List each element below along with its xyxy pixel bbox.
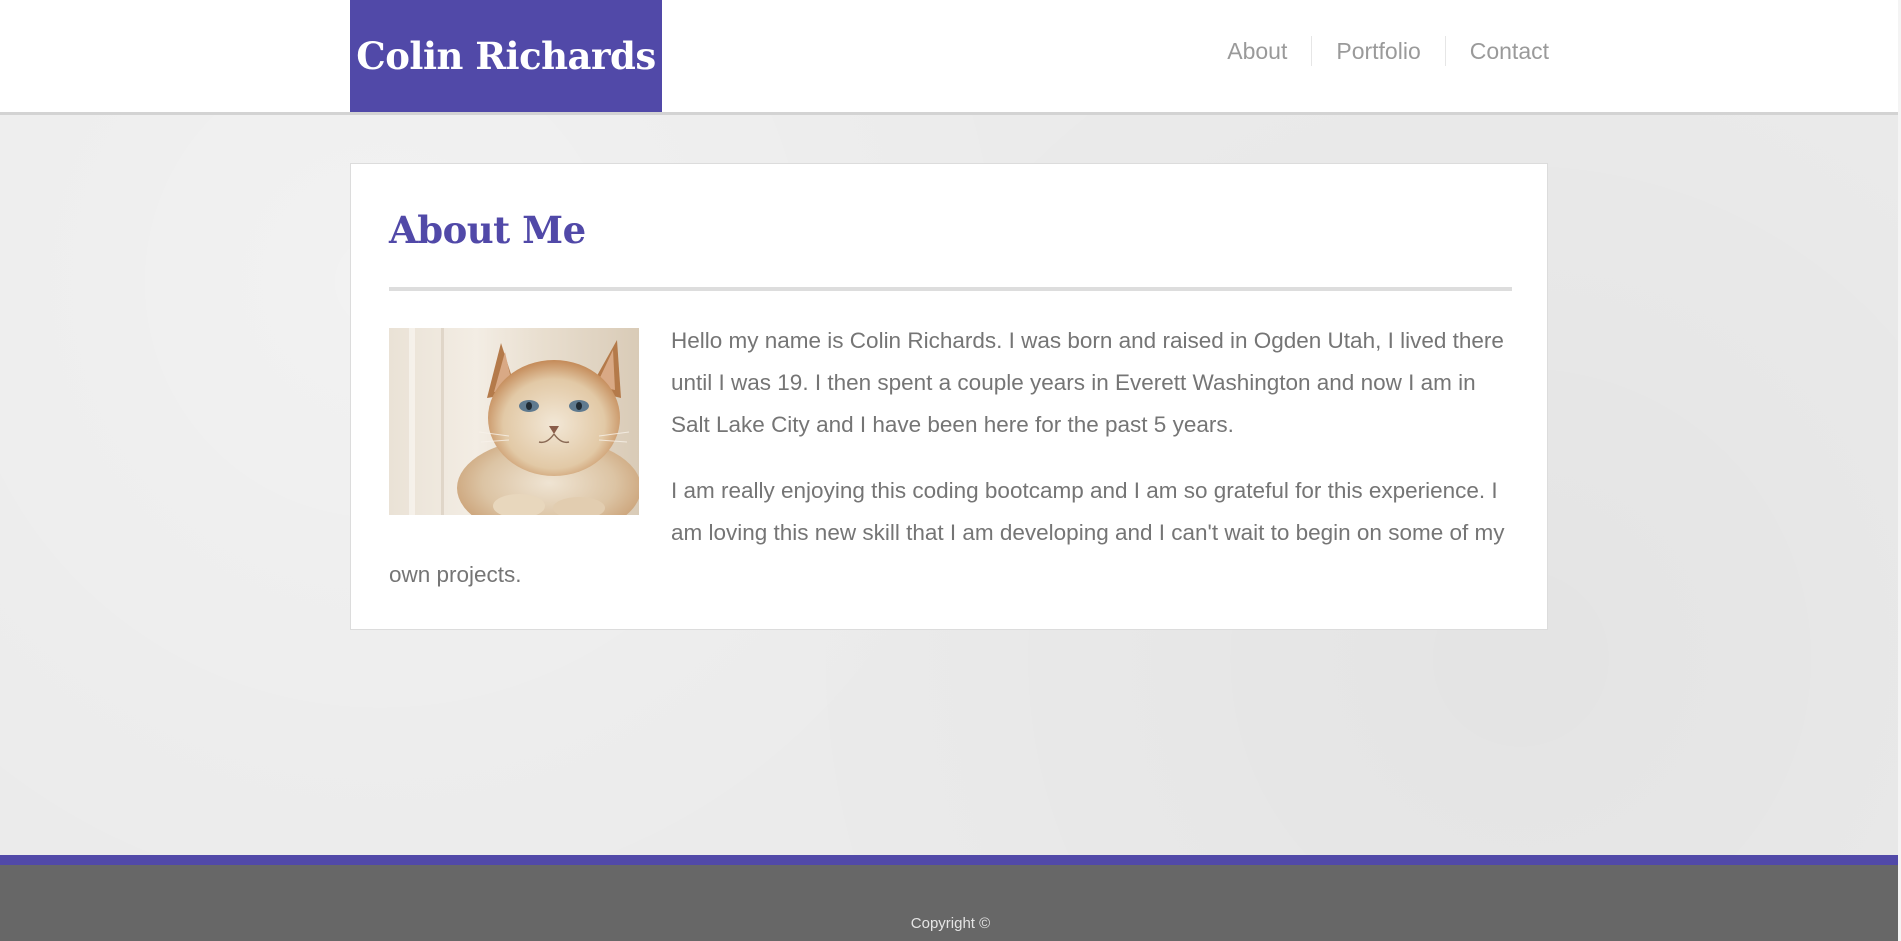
about-card: About Me Hello my name is Colin Richards… (350, 163, 1548, 630)
nav-link-contact[interactable]: Contact (1444, 36, 1549, 66)
footer-accent-bar (0, 855, 1901, 865)
main-nav: About Portfolio Contact (1203, 36, 1549, 66)
site-footer: Copyright © (0, 865, 1901, 941)
cat-photo (389, 328, 639, 515)
page: Colin Richards About Portfolio Contact A… (0, 0, 1901, 941)
site-header: Colin Richards About Portfolio Contact (0, 0, 1901, 115)
about-body: Hello my name is Colin Richards. I was b… (389, 320, 1512, 620)
heading-divider (389, 287, 1512, 291)
nav-link-about[interactable]: About (1203, 36, 1311, 66)
about-heading: About Me (389, 208, 586, 252)
nav-link-portfolio[interactable]: Portfolio (1311, 36, 1444, 66)
site-title[interactable]: Colin Richards (356, 34, 656, 78)
copyright-text: Copyright © (910, 915, 991, 932)
brand-block[interactable]: Colin Richards (350, 0, 662, 112)
